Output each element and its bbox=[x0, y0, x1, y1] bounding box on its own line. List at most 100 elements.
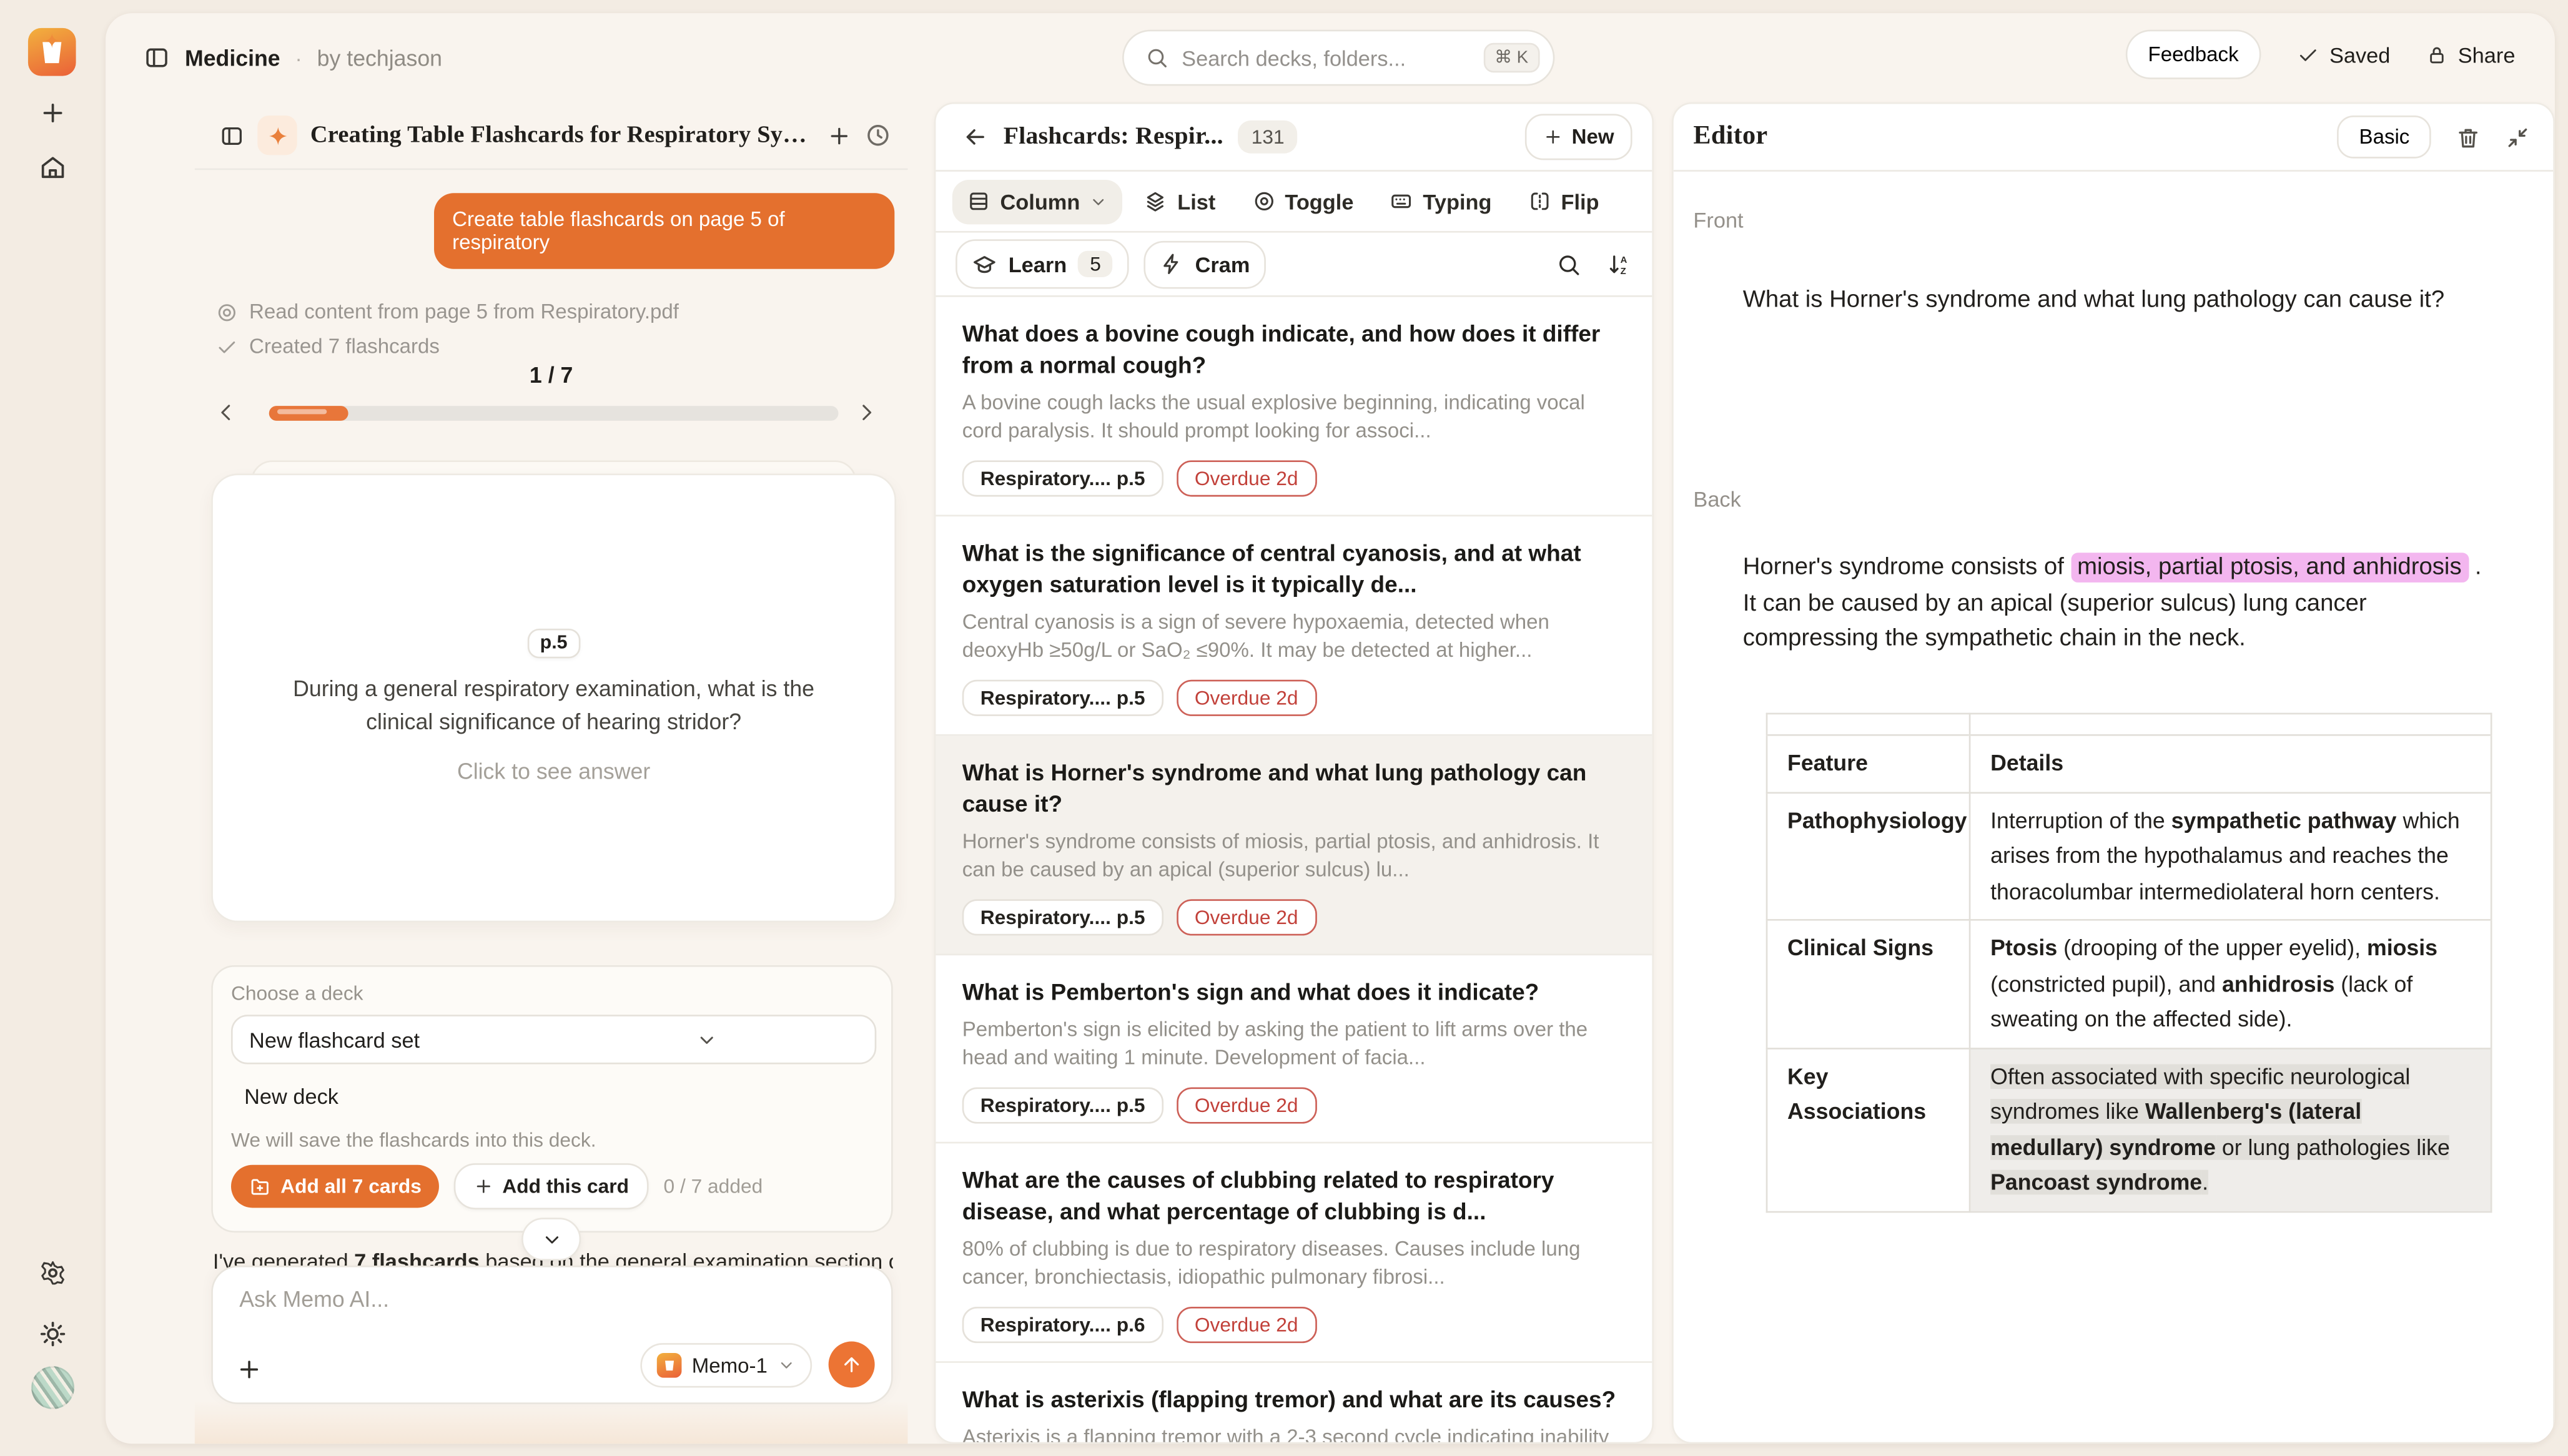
table-feature-cell: Key Associations bbox=[1767, 1048, 1970, 1211]
list-view-icon bbox=[1144, 190, 1167, 213]
pink-highlight: miosis, partial ptosis, and anhidrosis bbox=[2071, 553, 2469, 583]
card-type-button[interactable]: Basic bbox=[2338, 116, 2431, 159]
settings-gear-icon[interactable] bbox=[39, 1259, 67, 1287]
deck-option-new[interactable]: New deck bbox=[244, 1084, 338, 1109]
back-text[interactable]: Horner's syndrome consists of miosis, pa… bbox=[1743, 551, 2489, 657]
status-line: Created 7 flashcards bbox=[216, 335, 679, 358]
sort-az-icon[interactable]: AZ bbox=[1607, 252, 1632, 277]
workspace-title[interactable]: Medicine bbox=[185, 46, 280, 71]
sparkle-chip bbox=[257, 116, 297, 155]
chevron-down-icon bbox=[778, 1356, 796, 1374]
progress-fill bbox=[269, 406, 348, 421]
search-input[interactable]: Search decks, folders... ⌘ K bbox=[1122, 30, 1554, 86]
column-view-icon bbox=[967, 190, 990, 213]
attach-plus-icon[interactable] bbox=[236, 1356, 262, 1382]
flashcard-hint: Click to see answer bbox=[213, 759, 894, 784]
status-line: Read content from page 5 from Respirator… bbox=[216, 300, 679, 323]
list-search-icon[interactable] bbox=[1556, 252, 1581, 277]
send-button[interactable] bbox=[829, 1342, 875, 1388]
svg-text:Z: Z bbox=[1621, 266, 1626, 276]
card-question: What is the significance of central cyan… bbox=[962, 538, 1626, 601]
flashcard-list-item[interactable]: What is Horner's syndrome and what lung … bbox=[936, 736, 1652, 955]
card-counter: 1 / 7 bbox=[195, 363, 908, 388]
model-selector[interactable]: Memo-1 bbox=[641, 1343, 812, 1387]
sidebar-toggle-icon[interactable] bbox=[144, 44, 170, 71]
overdue-badge[interactable]: Overdue 2d bbox=[1177, 1088, 1316, 1124]
toggle-view-icon bbox=[1252, 190, 1275, 213]
collapse-panel-icon[interactable] bbox=[2506, 125, 2531, 150]
history-clock-icon[interactable] bbox=[865, 122, 891, 149]
card-preview: Horner's syndrome consists of miosis, pa… bbox=[962, 829, 1626, 885]
home-icon[interactable] bbox=[39, 154, 67, 182]
feedback-button[interactable]: Feedback bbox=[2125, 30, 2262, 79]
card-question: What are the causes of clubbing related … bbox=[962, 1165, 1626, 1227]
card-tags: Respiratory.... p.5 Overdue 2d bbox=[962, 460, 1626, 496]
flashcard-list-item[interactable]: What is the significance of central cyan… bbox=[936, 516, 1652, 735]
front-label: Front bbox=[1693, 208, 1743, 233]
learn-label: Learn bbox=[1009, 252, 1067, 277]
tab-typing[interactable]: Typing bbox=[1375, 179, 1506, 224]
workspace-byline: by techjason bbox=[317, 46, 442, 71]
back-arrow-icon[interactable] bbox=[962, 124, 989, 150]
carousel-prev-icon[interactable] bbox=[215, 400, 238, 426]
app-logo-icon[interactable]: ✦ bbox=[28, 28, 76, 76]
new-card-button[interactable]: New bbox=[1526, 114, 1632, 160]
search-icon bbox=[1145, 46, 1168, 69]
overdue-badge[interactable]: Overdue 2d bbox=[1177, 1307, 1316, 1343]
carousel-progress[interactable] bbox=[269, 406, 839, 421]
overdue-badge[interactable]: Overdue 2d bbox=[1177, 680, 1316, 716]
flashcard-list-panel: Flashcards: Respir... 131 New ColumnList… bbox=[934, 102, 1654, 1443]
table-feature-cell: Clinical Signs bbox=[1767, 920, 1970, 1048]
flashcard-preview[interactable]: p.5 During a general respiratory examina… bbox=[211, 473, 896, 922]
target-icon bbox=[216, 301, 237, 322]
flashcard-list-item[interactable]: What is asterixis (flapping tremor) and … bbox=[936, 1363, 1652, 1443]
add-this-card-button[interactable]: Add this card bbox=[455, 1163, 649, 1209]
chat-input[interactable]: Ask Memo AI... Memo-1 bbox=[211, 1266, 892, 1404]
editor-panel: Editor Basic Front What is Horner's synd… bbox=[1672, 102, 2555, 1443]
main-surface: Medicine · by techjason Search decks, fo… bbox=[106, 13, 2555, 1443]
deck-tag[interactable]: Respiratory.... p.5 bbox=[962, 680, 1163, 716]
deck-tag[interactable]: Respiratory.... p.6 bbox=[962, 1307, 1163, 1343]
flashcard-list-item[interactable]: What are the causes of clubbing related … bbox=[936, 1143, 1652, 1362]
tab-list[interactable]: List bbox=[1130, 179, 1231, 224]
card-question: What is Horner's syndrome and what lung … bbox=[962, 757, 1626, 820]
chat-sidebar-toggle-icon[interactable] bbox=[219, 123, 244, 148]
user-avatar[interactable] bbox=[31, 1366, 74, 1409]
share-button[interactable]: Share bbox=[2427, 42, 2516, 67]
new-icon[interactable] bbox=[39, 99, 67, 127]
trash-icon[interactable] bbox=[2456, 125, 2481, 150]
saved-label: Saved bbox=[2329, 42, 2390, 67]
table-row[interactable]: Key Associations Often associated with s… bbox=[1767, 1048, 2491, 1211]
sparkle-icon bbox=[267, 125, 288, 146]
deck-tag[interactable]: Respiratory.... p.5 bbox=[962, 460, 1163, 496]
collapse-chevron-button[interactable] bbox=[521, 1217, 581, 1261]
card-question: What is Pemberton's sign and what does i… bbox=[962, 976, 1626, 1008]
deck-tag[interactable]: Respiratory.... p.5 bbox=[962, 1088, 1163, 1124]
overdue-badge[interactable]: Overdue 2d bbox=[1177, 899, 1316, 935]
sun-glyph-icon bbox=[39, 1320, 67, 1348]
status-text: Read content from page 5 from Respirator… bbox=[249, 300, 679, 323]
front-text[interactable]: What is Horner's syndrome and what lung … bbox=[1743, 284, 2504, 318]
theme-sun-icon[interactable] bbox=[39, 1320, 67, 1348]
cram-button[interactable]: Cram bbox=[1144, 240, 1267, 288]
flashcard-list-item[interactable]: What is Pemberton's sign and what does i… bbox=[936, 955, 1652, 1143]
learn-button[interactable]: Learn 5 bbox=[956, 239, 1129, 288]
left-rail: ✦ bbox=[0, 0, 106, 1456]
add-all-cards-button[interactable]: Add all 7 cards bbox=[231, 1165, 440, 1208]
status-list: Read content from page 5 from Respirator… bbox=[216, 300, 679, 358]
carousel-next-icon[interactable] bbox=[855, 400, 878, 426]
app-window: ✦ Medicine · by techjason Search decks, … bbox=[0, 0, 2568, 1456]
table-row[interactable]: Clinical Signs Ptosis (drooping of the u… bbox=[1767, 920, 2491, 1048]
tab-column[interactable]: Column bbox=[952, 179, 1123, 224]
new-chat-icon[interactable] bbox=[827, 123, 852, 148]
view-tabs: ColumnListToggleTypingFlip bbox=[936, 172, 1652, 233]
table-row[interactable]: Pathophysiology Interruption of the symp… bbox=[1767, 792, 2491, 920]
flashcard-list-item[interactable]: What does a bovine cough indicate, and h… bbox=[936, 297, 1652, 516]
tab-flip[interactable]: Flip bbox=[1513, 179, 1614, 224]
tab-toggle[interactable]: Toggle bbox=[1237, 179, 1368, 224]
overdue-badge[interactable]: Overdue 2d bbox=[1177, 460, 1316, 496]
deck-tag[interactable]: Respiratory.... p.5 bbox=[962, 899, 1163, 935]
deck-title: Flashcards: Respir... bbox=[1004, 123, 1223, 151]
deck-select[interactable]: New flashcard set bbox=[231, 1015, 876, 1064]
separator-dot: · bbox=[295, 46, 302, 71]
